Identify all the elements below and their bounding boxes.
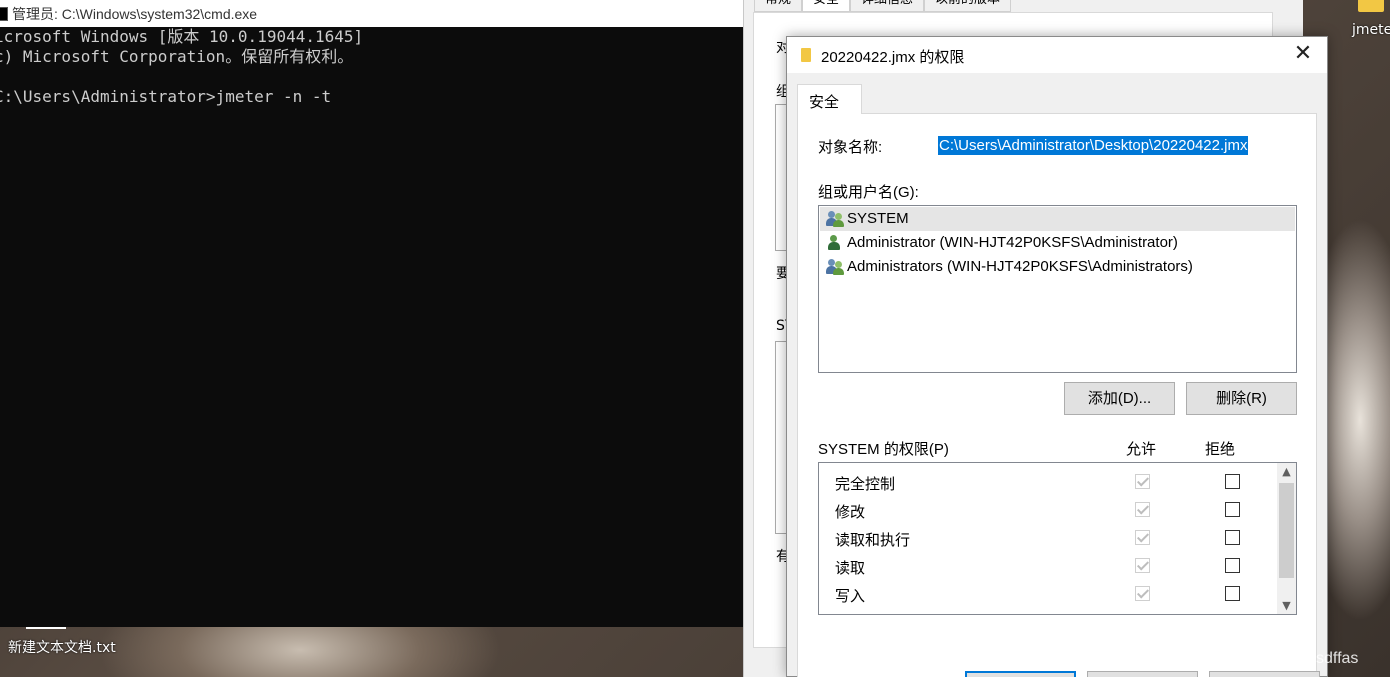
deny-checkbox[interactable] <box>1225 502 1240 517</box>
object-name-label: 对象名称: <box>818 139 883 156</box>
allow-checkbox <box>1135 502 1150 517</box>
permission-name: 写入 <box>835 588 866 605</box>
tab-general[interactable]: 常规 <box>754 0 803 12</box>
cmd-output[interactable]: icrosoft Windows [版本 10.0.19044.1645] c)… <box>0 27 743 107</box>
permission-name: 完全控制 <box>835 476 896 493</box>
table-row: 读取和执行 <box>819 524 1277 552</box>
deny-checkbox[interactable] <box>1225 530 1240 545</box>
folder-icon <box>1358 0 1384 12</box>
close-icon[interactable]: ✕ <box>1291 43 1315 67</box>
cmd-window[interactable]: 管理员: C:\Windows\system32\cmd.exe icrosof… <box>0 0 743 627</box>
cmd-prompt-line[interactable]: C:\Users\Administrator>jmeter -n -t <box>0 87 743 107</box>
desktop-icon-jmeter[interactable]: jmete <box>1350 0 1390 44</box>
desktop-icon-label: 新建文本文档.txt <box>8 640 116 656</box>
tab-previous-versions[interactable]: 以前的版本 <box>924 0 1012 12</box>
add-button[interactable]: 添加(D)... <box>1064 382 1175 415</box>
object-name-value[interactable]: C:\Users\Administrator\Desktop\20220422.… <box>938 136 1249 155</box>
table-row: 修改 <box>819 496 1277 524</box>
group-label: 组或用户名(G): <box>818 184 919 201</box>
file-icon <box>801 48 811 62</box>
dialog-title: 20220422.jmx 的权限 <box>821 49 965 66</box>
tab-details[interactable]: 详细信息 <box>850 0 925 12</box>
dialog-title-bar[interactable]: 20220422.jmx 的权限 ✕ <box>787 37 1327 73</box>
cmd-line: icrosoft Windows [版本 10.0.19044.1645] <box>0 27 364 46</box>
cmd-title-bar[interactable]: 管理员: C:\Windows\system32\cmd.exe <box>0 0 743 27</box>
allow-checkbox <box>1135 586 1150 601</box>
permissions-dialog[interactable]: 20220422.jmx 的权限 ✕ 安全 对象名称: C:\Users\Adm… <box>786 36 1328 677</box>
deny-checkbox[interactable] <box>1225 558 1240 573</box>
list-item[interactable]: Administrators (WIN-HJT42P0KSFS\Administ… <box>820 255 1295 279</box>
allow-checkbox <box>1135 558 1150 573</box>
group-users-icon <box>826 259 844 275</box>
cmd-line: c) Microsoft Corporation。保留所有权利。 <box>0 47 354 66</box>
scrollbar[interactable]: ▲ ▼ <box>1277 463 1296 614</box>
chevron-up-icon[interactable]: ▲ <box>1277 463 1296 480</box>
user-list[interactable]: SYSTEM Administrator (WIN-HJT42P0KSFS\Ad… <box>818 205 1297 373</box>
permissions-list[interactable]: 完全控制 修改 读取和执行 读取 写入 ▲ ▼ <box>818 462 1297 615</box>
permission-name: 读取和执行 <box>835 532 911 549</box>
table-row: 写入 <box>819 580 1277 608</box>
apply-button[interactable] <box>1209 671 1320 677</box>
user-name: SYSTEM <box>847 210 909 227</box>
chevron-down-icon[interactable]: ▼ <box>1277 597 1296 614</box>
group-users-icon <box>826 211 844 227</box>
allow-header: 允许 <box>1126 441 1157 458</box>
cmd-line <box>0 67 743 87</box>
desktop-icon-text-file[interactable]: 新建文本文档.txt <box>0 626 116 677</box>
user-name: Administrators (WIN-HJT42P0KSFS\Administ… <box>847 258 1193 275</box>
deny-header: 拒绝 <box>1205 441 1236 458</box>
desktop-icon-label: jmete <box>1352 22 1390 38</box>
console-icon <box>0 6 8 21</box>
remove-button[interactable]: 删除(R) <box>1186 382 1297 415</box>
deny-checkbox[interactable] <box>1225 586 1240 601</box>
deny-checkbox[interactable] <box>1225 474 1240 489</box>
ok-button[interactable] <box>965 671 1076 677</box>
tab-security[interactable]: 安全 <box>802 0 851 12</box>
table-row: 读取 <box>819 552 1277 580</box>
tab-security[interactable]: 安全 <box>797 84 862 114</box>
list-item[interactable]: Administrator (WIN-HJT42P0KSFS\Administr… <box>820 231 1295 255</box>
scrollbar-thumb[interactable] <box>1279 483 1294 578</box>
watermark: CSDN @sdffas <box>1250 650 1359 667</box>
cancel-button[interactable] <box>1087 671 1198 677</box>
user-icon <box>826 235 844 251</box>
permission-name: 修改 <box>835 504 866 521</box>
permission-name: 读取 <box>835 560 866 577</box>
allow-checkbox <box>1135 474 1150 489</box>
user-name: Administrator (WIN-HJT42P0KSFS\Administr… <box>847 234 1178 251</box>
permissions-label: SYSTEM 的权限(P) <box>818 441 949 458</box>
table-row: 完全控制 <box>819 468 1277 496</box>
list-item[interactable]: SYSTEM <box>820 207 1295 231</box>
allow-checkbox <box>1135 530 1150 545</box>
cmd-title: 管理员: C:\Windows\system32\cmd.exe <box>12 5 258 22</box>
